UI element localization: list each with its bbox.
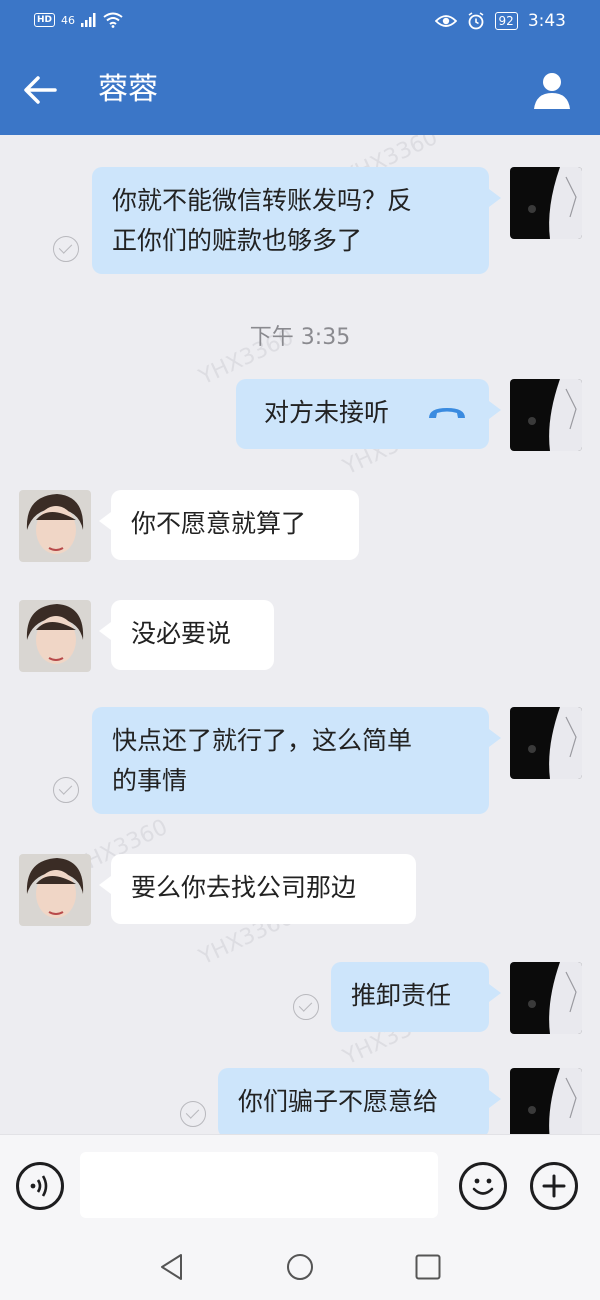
nav-home-icon[interactable] bbox=[285, 1252, 315, 1282]
voice-icon bbox=[30, 1175, 48, 1197]
wifi-icon bbox=[103, 12, 123, 28]
message-input[interactable] bbox=[80, 1152, 438, 1218]
emoji-button[interactable] bbox=[459, 1162, 507, 1210]
my-avatar[interactable] bbox=[510, 379, 582, 451]
contact-avatar[interactable] bbox=[19, 600, 91, 672]
call-bubble-outgoing[interactable]: 对方未接听 bbox=[236, 379, 501, 449]
alarm-icon bbox=[468, 12, 483, 30]
network-label: 46 bbox=[61, 13, 76, 27]
status-bar: HD 46 92 3:43 bbox=[0, 0, 600, 44]
plus-icon bbox=[542, 1174, 566, 1198]
read-check-icon bbox=[53, 236, 79, 262]
message-text: 的事情 bbox=[112, 766, 188, 795]
message-text: 你们骗子不愿意给 bbox=[238, 1087, 439, 1116]
emoji-icon bbox=[472, 1178, 494, 1195]
message-text: 要么你去找公司那边 bbox=[131, 873, 357, 902]
message-text: 你不愿意就算了 bbox=[131, 509, 307, 538]
status-right: 92 3:43 bbox=[434, 11, 566, 31]
read-check-icon bbox=[293, 994, 319, 1020]
hd-icon: HD bbox=[34, 13, 56, 27]
message-bubble-incoming[interactable]: 没必要说 bbox=[99, 600, 274, 670]
message-bubble-outgoing[interactable]: 你们骗子不愿意给 bbox=[218, 1068, 501, 1134]
call-status-text: 对方未接听 bbox=[264, 398, 390, 427]
contact-avatar[interactable] bbox=[19, 854, 91, 926]
timestamp: 下午 3:35 bbox=[249, 325, 351, 350]
message-text: 正你们的赃款也够多了 bbox=[112, 226, 363, 255]
eye-icon bbox=[434, 15, 457, 27]
phone-hangup-icon bbox=[429, 408, 465, 418]
nav-recents-icon[interactable] bbox=[413, 1252, 443, 1282]
clock: 3:43 bbox=[527, 11, 566, 31]
battery-indicator: 92 bbox=[494, 12, 518, 30]
system-nav-bar bbox=[0, 1234, 600, 1300]
message-text: 快点还了就行了，这么简单 bbox=[112, 726, 413, 755]
my-avatar[interactable] bbox=[510, 1068, 582, 1134]
contact-avatar[interactable] bbox=[19, 490, 91, 562]
arrow-left-icon[interactable] bbox=[22, 72, 58, 108]
message-input-bar bbox=[0, 1134, 600, 1235]
signal-icon bbox=[81, 13, 96, 27]
plus-button[interactable] bbox=[530, 1162, 578, 1210]
message-bubble-incoming[interactable]: 要么你去找公司那边 bbox=[99, 854, 416, 924]
message-text: 没必要说 bbox=[131, 619, 232, 648]
my-avatar[interactable] bbox=[510, 167, 582, 239]
message-bubble-incoming[interactable]: 你不愿意就算了 bbox=[99, 490, 359, 560]
nav-back-icon[interactable] bbox=[157, 1252, 187, 1282]
chat-header: 蓉蓉 bbox=[0, 44, 600, 135]
chat-messages[interactable]: YHX3360 YHX3360 YHX3360 YHX3360 YHX3360 … bbox=[0, 135, 600, 1134]
message-bubble-outgoing[interactable]: 快点还了就行了，这么简单 的事情 bbox=[92, 707, 501, 814]
message-text: 推卸责任 bbox=[351, 981, 452, 1010]
read-check-icon bbox=[180, 1101, 206, 1127]
message-bubble-outgoing[interactable]: 推卸责任 bbox=[331, 962, 501, 1032]
person-icon[interactable] bbox=[532, 70, 572, 110]
my-avatar[interactable] bbox=[510, 962, 582, 1034]
message-bubble-outgoing[interactable]: 你就不能微信转账发吗？反 正你们的赃款也够多了 bbox=[92, 167, 501, 274]
message-text: 你就不能微信转账发吗？反 bbox=[112, 186, 413, 215]
my-avatar[interactable] bbox=[510, 707, 582, 779]
read-check-icon bbox=[53, 777, 79, 803]
chat-title: 蓉蓉 bbox=[98, 72, 158, 107]
status-left: HD 46 bbox=[34, 12, 123, 28]
voice-button[interactable] bbox=[16, 1162, 64, 1210]
